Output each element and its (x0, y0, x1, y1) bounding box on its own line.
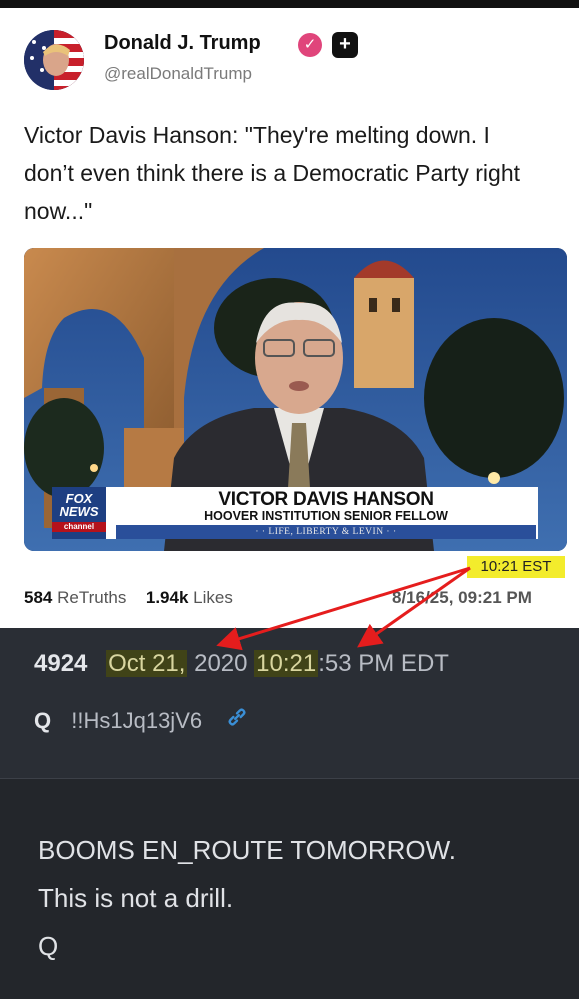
plus-badge-icon: + (332, 32, 358, 58)
est-annotation: 10:21 EST (467, 556, 565, 578)
retruths-count[interactable]: 584 (24, 588, 52, 607)
link-icon[interactable] (226, 706, 248, 734)
drop-body-line: BOOMS EN_ROUTE TOMORROW. (38, 835, 456, 865)
verified-badge-icon: ✓ (298, 33, 322, 57)
drop-time-highlight: 10:21 (254, 650, 319, 677)
author-handle[interactable]: @realDonaldTrump (104, 64, 252, 84)
post-text: Victor Davis Hanson: "They're melting do… (24, 122, 521, 224)
drop-header: 4924 Oct 21, 2020 10:21:53 PM EDT Q !!Hs… (0, 628, 579, 779)
drop-meta: 4924 Oct 21, 2020 10:21:53 PM EDT (34, 650, 449, 678)
drop-number[interactable]: 4924 (34, 650, 87, 677)
retruths-label[interactable]: ReTruths (57, 588, 126, 607)
drop-tripcode: !!Hs1Jq13jV6 (71, 708, 203, 733)
drop-body-line: This is not a drill. (38, 883, 234, 913)
avatar[interactable] (24, 30, 84, 90)
drop-time-rest: :53 PM EDT (318, 650, 449, 677)
drop-author-line: Q !!Hs1Jq13jV6 (34, 706, 248, 734)
truth-post: Donald J. Trump ✓ + @realDonaldTrump Vic… (0, 8, 579, 628)
top-bar (0, 0, 579, 8)
q-drop: 4924 Oct 21, 2020 10:21:53 PM EDT Q !!Hs… (0, 628, 579, 999)
fox-news-logo: FOX NEWS channel (52, 487, 106, 539)
drop-author: Q (34, 708, 52, 733)
news-lower-third: FOX NEWS channel VICTOR DAVIS HANSON HOO… (52, 487, 538, 539)
drop-body-line: Q (38, 931, 59, 961)
drop-body: BOOMS EN_ROUTE TOMORROW. This is not a d… (38, 826, 456, 970)
drop-date-highlight: Oct 21, (106, 650, 188, 677)
likes-count[interactable]: 1.94k (146, 588, 189, 607)
guest-title: HOOVER INSTITUTION SENIOR FELLOW (204, 509, 448, 523)
show-title-strip: · · LIFE, LIBERTY & LEVIN · · (116, 525, 536, 539)
post-stats: 584 ReTruths 1.94k Likes (24, 588, 233, 608)
guest-name: VICTOR DAVIS HANSON (218, 489, 434, 510)
likes-label[interactable]: Likes (193, 588, 233, 607)
post-video-thumbnail[interactable]: FOX NEWS channel VICTOR DAVIS HANSON HOO… (24, 248, 567, 551)
post-date: 8/16/25, 09:21 PM (392, 588, 532, 607)
author-name[interactable]: Donald J. Trump (104, 32, 261, 55)
drop-year: 2020 (194, 650, 248, 677)
